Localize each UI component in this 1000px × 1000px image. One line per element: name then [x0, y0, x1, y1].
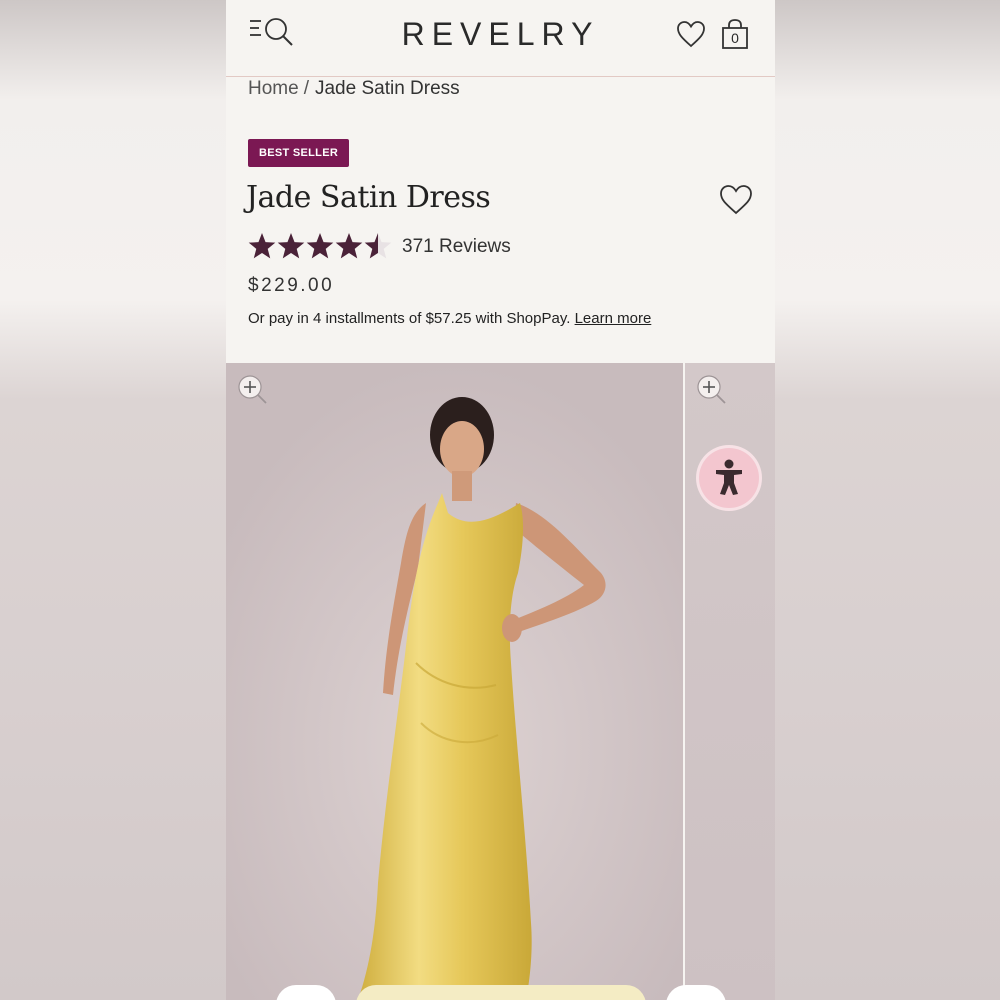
background-right	[775, 0, 1000, 1000]
reviews-link[interactable]: 371 Reviews	[402, 236, 511, 258]
product-price: $229.00	[248, 275, 335, 296]
best-seller-badge: BEST SELLER	[248, 139, 350, 167]
installments-text: Or pay in 4 installments of $57.25 with …	[248, 310, 651, 327]
model-photo	[226, 363, 683, 1000]
star-icon	[335, 233, 363, 259]
installments-copy: Or pay in 4 installments of $57.25 with …	[248, 310, 571, 327]
accessibility-person-icon	[716, 459, 742, 495]
zoom-plus-icon[interactable]	[695, 373, 727, 405]
gallery-thumb-active[interactable]	[356, 985, 646, 1000]
product-image[interactable]	[226, 363, 683, 1000]
rating-stars[interactable]	[248, 232, 393, 262]
mobile-page: REVELRY 0 Home / Jade Satin Dress BEST SEL…	[226, 0, 775, 1000]
background-left	[0, 0, 226, 1000]
star-icon	[277, 233, 305, 259]
accessibility-button[interactable]	[699, 448, 759, 508]
learn-more-link[interactable]: Learn more	[575, 310, 652, 327]
cart-count: 0	[731, 30, 739, 46]
site-header: REVELRY 0	[226, 0, 775, 77]
breadcrumb-separator: /	[303, 78, 309, 99]
breadcrumb-home-link[interactable]: Home	[248, 78, 299, 99]
breadcrumb: Home / Jade Satin Dress	[248, 78, 460, 100]
product-title: Jade Satin Dress	[246, 180, 491, 215]
star-icon	[306, 233, 334, 259]
breadcrumb-current: Jade Satin Dress	[314, 78, 460, 99]
star-icon	[364, 233, 392, 259]
zoom-plus-icon[interactable]	[236, 373, 268, 405]
star-icon	[248, 233, 276, 259]
heart-icon[interactable]	[676, 20, 706, 48]
add-to-wishlist-heart-icon[interactable]	[719, 184, 753, 216]
